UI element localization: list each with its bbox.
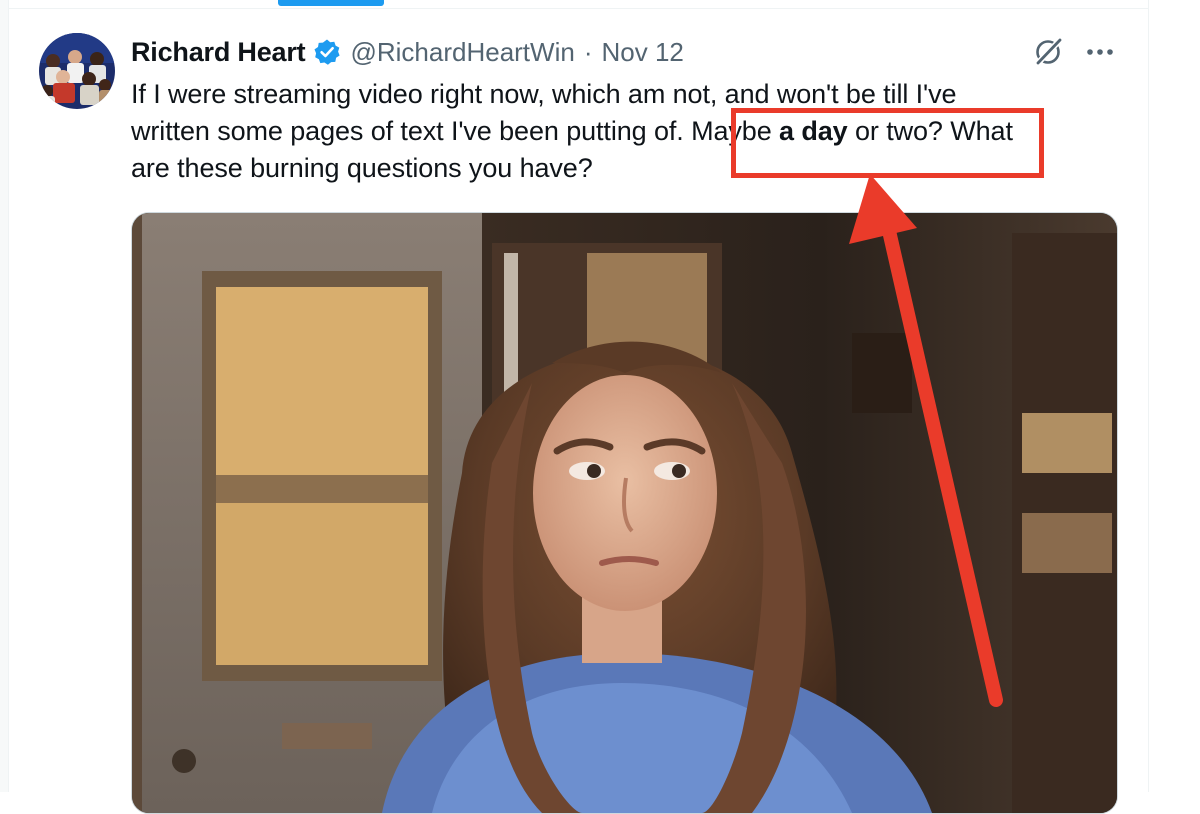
- tweet-date[interactable]: Nov 12: [601, 37, 683, 68]
- display-name[interactable]: Richard Heart: [131, 37, 306, 68]
- grok-icon[interactable]: [1033, 35, 1065, 67]
- verified-badge-icon[interactable]: [313, 38, 341, 66]
- top-divider: [8, 8, 1148, 9]
- left-gutter: [0, 0, 9, 792]
- text-segment: written some pages of text I've been put…: [131, 116, 677, 146]
- more-options-icon[interactable]: [1085, 42, 1115, 62]
- tweet-media-image[interactable]: [131, 212, 1118, 814]
- right-margin: [1149, 0, 1200, 792]
- header-separator: ·: [583, 36, 593, 67]
- active-tab-indicator: [278, 0, 384, 6]
- annotation-highlight-box: [731, 108, 1044, 178]
- avatar[interactable]: [39, 33, 115, 109]
- tweet-header: Richard Heart @RichardHeartWin · Nov 12: [131, 34, 684, 70]
- user-handle[interactable]: @RichardHeartWin: [350, 37, 574, 68]
